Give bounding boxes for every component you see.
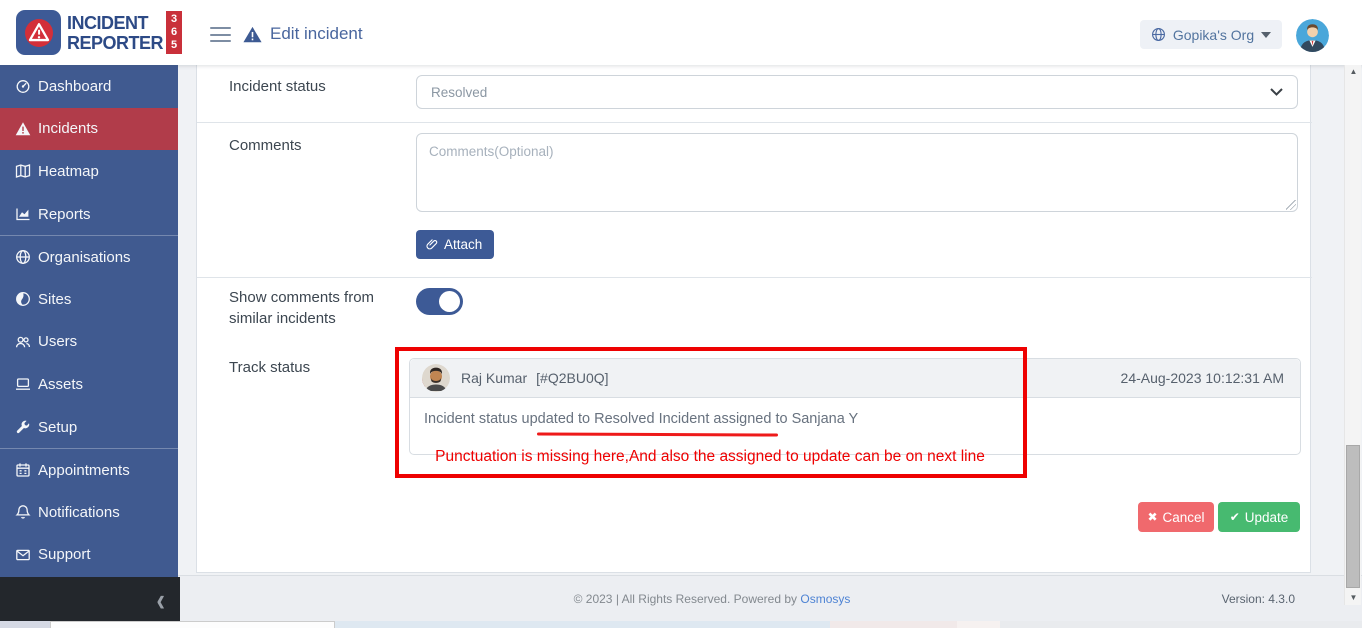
sidebar-item-assets[interactable]: Assets bbox=[0, 363, 178, 406]
user-avatar[interactable] bbox=[1296, 19, 1329, 52]
sidebar-item-label: Users bbox=[38, 333, 77, 350]
sidebar-collapse-icon[interactable]: ‹ bbox=[156, 583, 165, 616]
sidebar-item-label: Reports bbox=[38, 206, 91, 223]
sidebar-item-reports[interactable]: Reports bbox=[0, 193, 178, 236]
select-chevron-icon bbox=[1270, 88, 1283, 96]
attach-button[interactable]: Attach bbox=[416, 230, 494, 259]
commenter-avatar bbox=[422, 364, 450, 392]
incidents-icon bbox=[14, 120, 31, 137]
organisations-icon bbox=[14, 249, 31, 266]
sidebar-item-setup[interactable]: Setup bbox=[0, 406, 178, 449]
warning-icon bbox=[243, 26, 262, 43]
sidebar-item-label: Appointments bbox=[38, 462, 130, 479]
setup-icon bbox=[14, 419, 31, 436]
appointments-icon bbox=[14, 462, 31, 479]
page-title: Edit incident bbox=[270, 24, 363, 44]
sidebar-item-label: Dashboard bbox=[38, 78, 111, 95]
incident-status-select[interactable]: Resolved bbox=[416, 75, 1298, 109]
sidebar-item-appointments[interactable]: Appointments bbox=[0, 448, 178, 491]
x-icon: ✖ bbox=[1147, 510, 1157, 524]
scrollbar-thumb[interactable] bbox=[1346, 445, 1360, 588]
chevron-down-icon bbox=[1261, 32, 1271, 38]
osmosys-link[interactable]: Osmosys bbox=[800, 592, 850, 606]
top-bar: INCIDENT REPORTER 365 Edit incident bbox=[0, 0, 1362, 65]
paperclip-icon bbox=[426, 238, 439, 251]
sidebar-item-support[interactable]: Support bbox=[0, 534, 178, 577]
sidebar-item-sites[interactable]: Sites bbox=[0, 278, 178, 321]
incident-ref: [#Q2BU0Q] bbox=[536, 370, 608, 386]
attach-button-label: Attach bbox=[444, 237, 482, 252]
toggle-knob bbox=[439, 291, 460, 312]
sidebar-item-heatmap[interactable]: Heatmap bbox=[0, 150, 178, 193]
sidebar-item-label: Organisations bbox=[38, 249, 131, 266]
menu-toggle-icon[interactable] bbox=[210, 27, 231, 42]
cancel-button[interactable]: ✖ Cancel bbox=[1138, 502, 1214, 532]
strip-segment bbox=[0, 621, 50, 628]
sidebar-item-label: Assets bbox=[38, 376, 83, 393]
strip-segment bbox=[957, 621, 1000, 628]
reports-icon bbox=[14, 206, 31, 223]
copyright-text: © 2023 | All Rights Reserved. Powered by… bbox=[178, 592, 1362, 606]
version-text: Version: 4.3.0 bbox=[1222, 592, 1295, 606]
update-button[interactable]: ✔ Update bbox=[1218, 502, 1300, 532]
sidebar-nav: Dashboard Incidents Heatmap Reports Organisa… bbox=[0, 65, 178, 577]
strip-segment bbox=[1000, 621, 1362, 628]
heatmap-icon bbox=[14, 163, 31, 180]
strip-segment bbox=[50, 621, 335, 628]
sidebar-item-dashboard[interactable]: Dashboard bbox=[0, 65, 178, 108]
cancel-button-label: Cancel bbox=[1163, 510, 1205, 525]
divider bbox=[197, 122, 1312, 123]
support-icon bbox=[14, 546, 31, 563]
track-status-entry: Raj Kumar [#Q2BU0Q] 24-Aug-2023 10:12:31… bbox=[409, 358, 1301, 455]
comment-timestamp: 24-Aug-2023 10:12:31 AM bbox=[1121, 370, 1284, 386]
show-comments-label: Show comments from similar incidents bbox=[229, 287, 389, 329]
comment-header: Raj Kumar [#Q2BU0Q] 24-Aug-2023 10:12:31… bbox=[410, 359, 1300, 398]
sidebar-item-incidents[interactable]: Incidents bbox=[0, 108, 178, 151]
comment-body: Incident status updated to Resolved Inci… bbox=[410, 398, 1300, 440]
sidebar-item-label: Notifications bbox=[38, 504, 120, 521]
sidebar-item-label: Sites bbox=[38, 291, 71, 308]
sidebar-item-label: Heatmap bbox=[38, 163, 99, 180]
org-selector[interactable]: Gopika's Org bbox=[1140, 20, 1282, 49]
incident-status-label: Incident status bbox=[229, 78, 326, 95]
comments-input[interactable] bbox=[416, 133, 1298, 212]
sites-icon bbox=[14, 291, 31, 308]
check-icon: ✔ bbox=[1230, 510, 1240, 524]
assets-icon bbox=[14, 376, 31, 393]
notifications-icon bbox=[14, 504, 31, 521]
track-status-label: Track status bbox=[229, 359, 310, 376]
sidebar-item-label: Incidents bbox=[38, 120, 98, 137]
incident-status-value: Resolved bbox=[431, 85, 1270, 100]
sidebar-footer: ‹ bbox=[0, 577, 180, 621]
page-footer: © 2023 | All Rights Reserved. Powered by… bbox=[178, 575, 1362, 621]
users-icon bbox=[14, 333, 31, 350]
edit-incident-form: Incident status Resolved Comments Attach… bbox=[196, 65, 1311, 573]
bottom-edge-strip bbox=[0, 621, 1362, 628]
comments-label: Comments bbox=[229, 137, 302, 154]
org-selector-label: Gopika's Org bbox=[1173, 27, 1254, 43]
sidebar-item-organisations[interactable]: Organisations bbox=[0, 235, 178, 278]
vertical-scrollbar[interactable]: ▲ ▼ bbox=[1344, 65, 1361, 605]
logo-text: INCIDENT REPORTER bbox=[67, 13, 163, 53]
logo-365-badge: 365 bbox=[166, 11, 182, 54]
sidebar-item-notifications[interactable]: Notifications bbox=[0, 491, 178, 534]
divider bbox=[197, 277, 1312, 278]
app-window: INCIDENT REPORTER 365 Edit incident bbox=[0, 0, 1362, 628]
strip-segment bbox=[335, 621, 830, 628]
incident-reporter-logo-icon bbox=[16, 10, 61, 55]
show-comments-toggle[interactable] bbox=[416, 288, 463, 315]
update-button-label: Update bbox=[1245, 510, 1289, 525]
app-logo[interactable]: INCIDENT REPORTER 365 bbox=[16, 10, 182, 55]
strip-segment bbox=[830, 621, 957, 628]
commenter-name: Raj Kumar bbox=[461, 370, 527, 386]
scroll-up-icon[interactable]: ▲ bbox=[1345, 65, 1362, 79]
globe-icon bbox=[1151, 27, 1166, 42]
sidebar-item-label: Setup bbox=[38, 419, 77, 436]
scroll-down-icon[interactable]: ▼ bbox=[1345, 591, 1362, 605]
sidebar-item-users[interactable]: Users bbox=[0, 321, 178, 364]
page-header: Edit incident bbox=[243, 24, 363, 44]
sidebar-item-label: Support bbox=[38, 546, 91, 563]
dashboard-icon bbox=[14, 78, 31, 95]
